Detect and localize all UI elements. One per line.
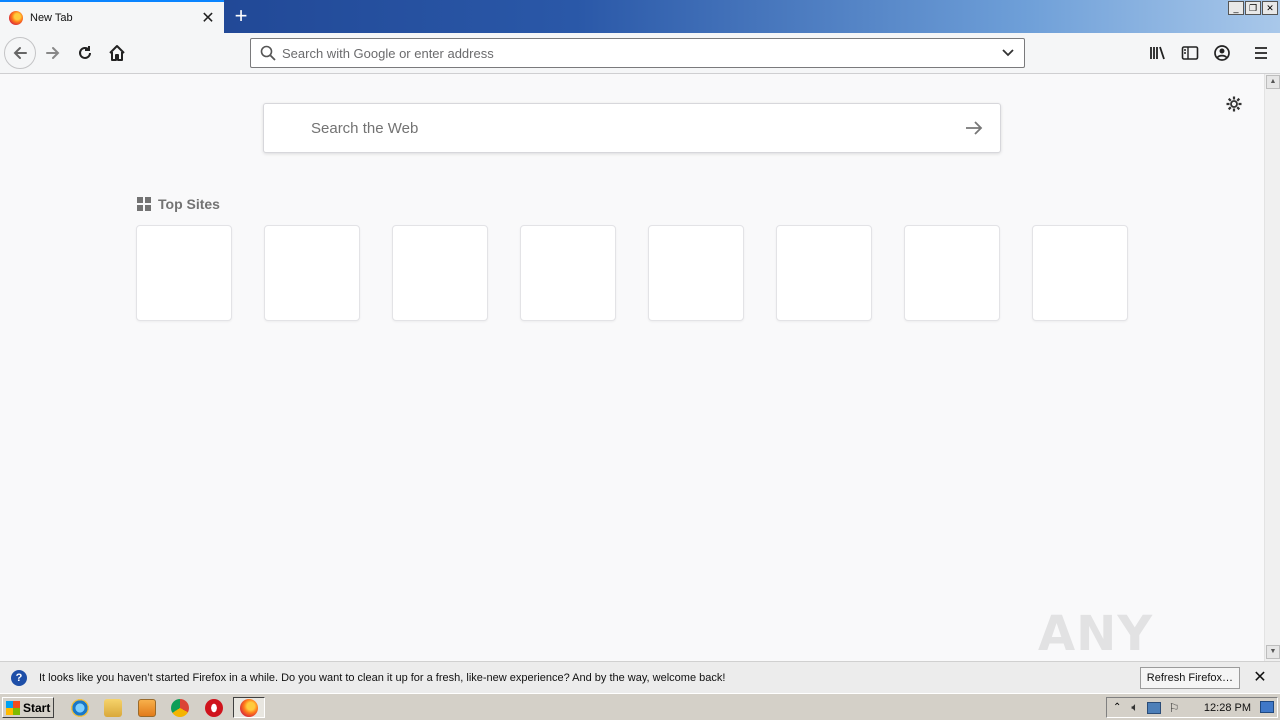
close-window-button[interactable]: ✕	[1262, 1, 1278, 15]
windows-taskbar: Start ⌃ 🔈︎ ⚐ 12:28 PM	[0, 693, 1280, 720]
grid-icon	[137, 197, 151, 211]
scroll-up-icon[interactable]: ▲	[1266, 75, 1280, 89]
show-desktop-icon[interactable]	[1260, 701, 1274, 713]
start-button[interactable]: Start	[2, 697, 54, 718]
close-notification-icon[interactable]: ✕	[1252, 669, 1268, 686]
top-site-tile[interactable]	[392, 225, 488, 321]
sidebar-button[interactable]	[1174, 37, 1206, 69]
top-sites-header[interactable]: Top Sites	[137, 195, 220, 213]
home-button[interactable]	[101, 37, 133, 69]
back-button[interactable]	[4, 37, 36, 69]
top-site-tile[interactable]	[264, 225, 360, 321]
network-icon[interactable]	[1146, 701, 1161, 714]
arrow-right-icon	[966, 121, 983, 135]
library-button[interactable]	[1142, 37, 1174, 69]
vertical-scrollbar[interactable]: ▲ ▼	[1264, 74, 1280, 661]
top-site-tile[interactable]	[520, 225, 616, 321]
clock[interactable]: 12:28 PM	[1204, 702, 1251, 714]
chevron-down-icon	[1002, 49, 1014, 57]
media-player-icon[interactable]	[138, 699, 156, 717]
opera-icon[interactable]	[205, 699, 223, 717]
web-search-input[interactable]	[311, 119, 962, 137]
back-arrow-icon	[13, 47, 27, 59]
url-input[interactable]	[282, 45, 998, 61]
restore-button[interactable]: ❐	[1245, 1, 1261, 15]
sidebar-icon	[1181, 46, 1199, 60]
url-dropdown-button[interactable]	[998, 43, 1018, 63]
top-site-tile[interactable]	[648, 225, 744, 321]
windows-logo-icon	[6, 700, 20, 715]
action-center-flag-icon[interactable]: ⚐	[1169, 701, 1180, 715]
menu-icon	[1255, 47, 1267, 59]
library-icon	[1150, 46, 1165, 60]
url-bar[interactable]	[250, 38, 1025, 68]
tab-new-tab[interactable]: New Tab ✕	[0, 0, 224, 33]
question-icon: ?	[11, 669, 27, 686]
forward-arrow-icon	[46, 47, 60, 59]
account-icon	[1214, 45, 1230, 61]
refresh-firefox-button[interactable]: Refresh Firefox…	[1139, 666, 1240, 689]
start-label: Start	[23, 700, 51, 715]
web-search-box[interactable]	[263, 103, 1001, 153]
firefox-icon	[240, 699, 258, 717]
search-go-button[interactable]	[962, 116, 986, 140]
system-tray: ⌃ 🔈︎ ⚐ 12:28 PM	[1106, 697, 1278, 718]
top-site-tile[interactable]	[1032, 225, 1128, 321]
taskbar-firefox-button[interactable]	[233, 697, 265, 718]
settings-button[interactable]	[1224, 94, 1244, 114]
top-site-tile[interactable]	[776, 225, 872, 321]
internet-explorer-icon[interactable]	[71, 699, 89, 717]
top-sites-label: Top Sites	[158, 196, 220, 212]
account-button[interactable]	[1206, 37, 1238, 69]
file-explorer-icon[interactable]	[104, 699, 122, 717]
firefox-favicon-icon	[9, 10, 23, 25]
top-site-tile[interactable]	[904, 225, 1000, 321]
top-site-tile[interactable]	[136, 225, 232, 321]
search-icon	[260, 45, 276, 61]
forward-button[interactable]	[37, 37, 69, 69]
new-tab-button[interactable]: +	[228, 4, 254, 30]
notification-message: It looks like you haven’t started Firefo…	[39, 671, 726, 684]
notification-bar: ? It looks like you haven’t started Fire…	[0, 661, 1280, 693]
reload-icon	[79, 46, 91, 59]
home-icon	[109, 45, 125, 61]
reload-button[interactable]	[69, 37, 101, 69]
new-tab-page	[0, 74, 1264, 661]
minimize-button[interactable]: _	[1228, 1, 1244, 15]
tray-expand-icon[interactable]: ⌃	[1113, 702, 1121, 713]
tab-close-icon[interactable]: ✕	[198, 8, 218, 28]
chrome-icon[interactable]	[171, 699, 189, 717]
menu-button[interactable]	[1245, 37, 1277, 69]
speaker-icon[interactable]: 🔈︎	[1131, 700, 1138, 715]
tab-title: New Tab	[30, 11, 73, 24]
gear-icon	[1226, 96, 1242, 112]
